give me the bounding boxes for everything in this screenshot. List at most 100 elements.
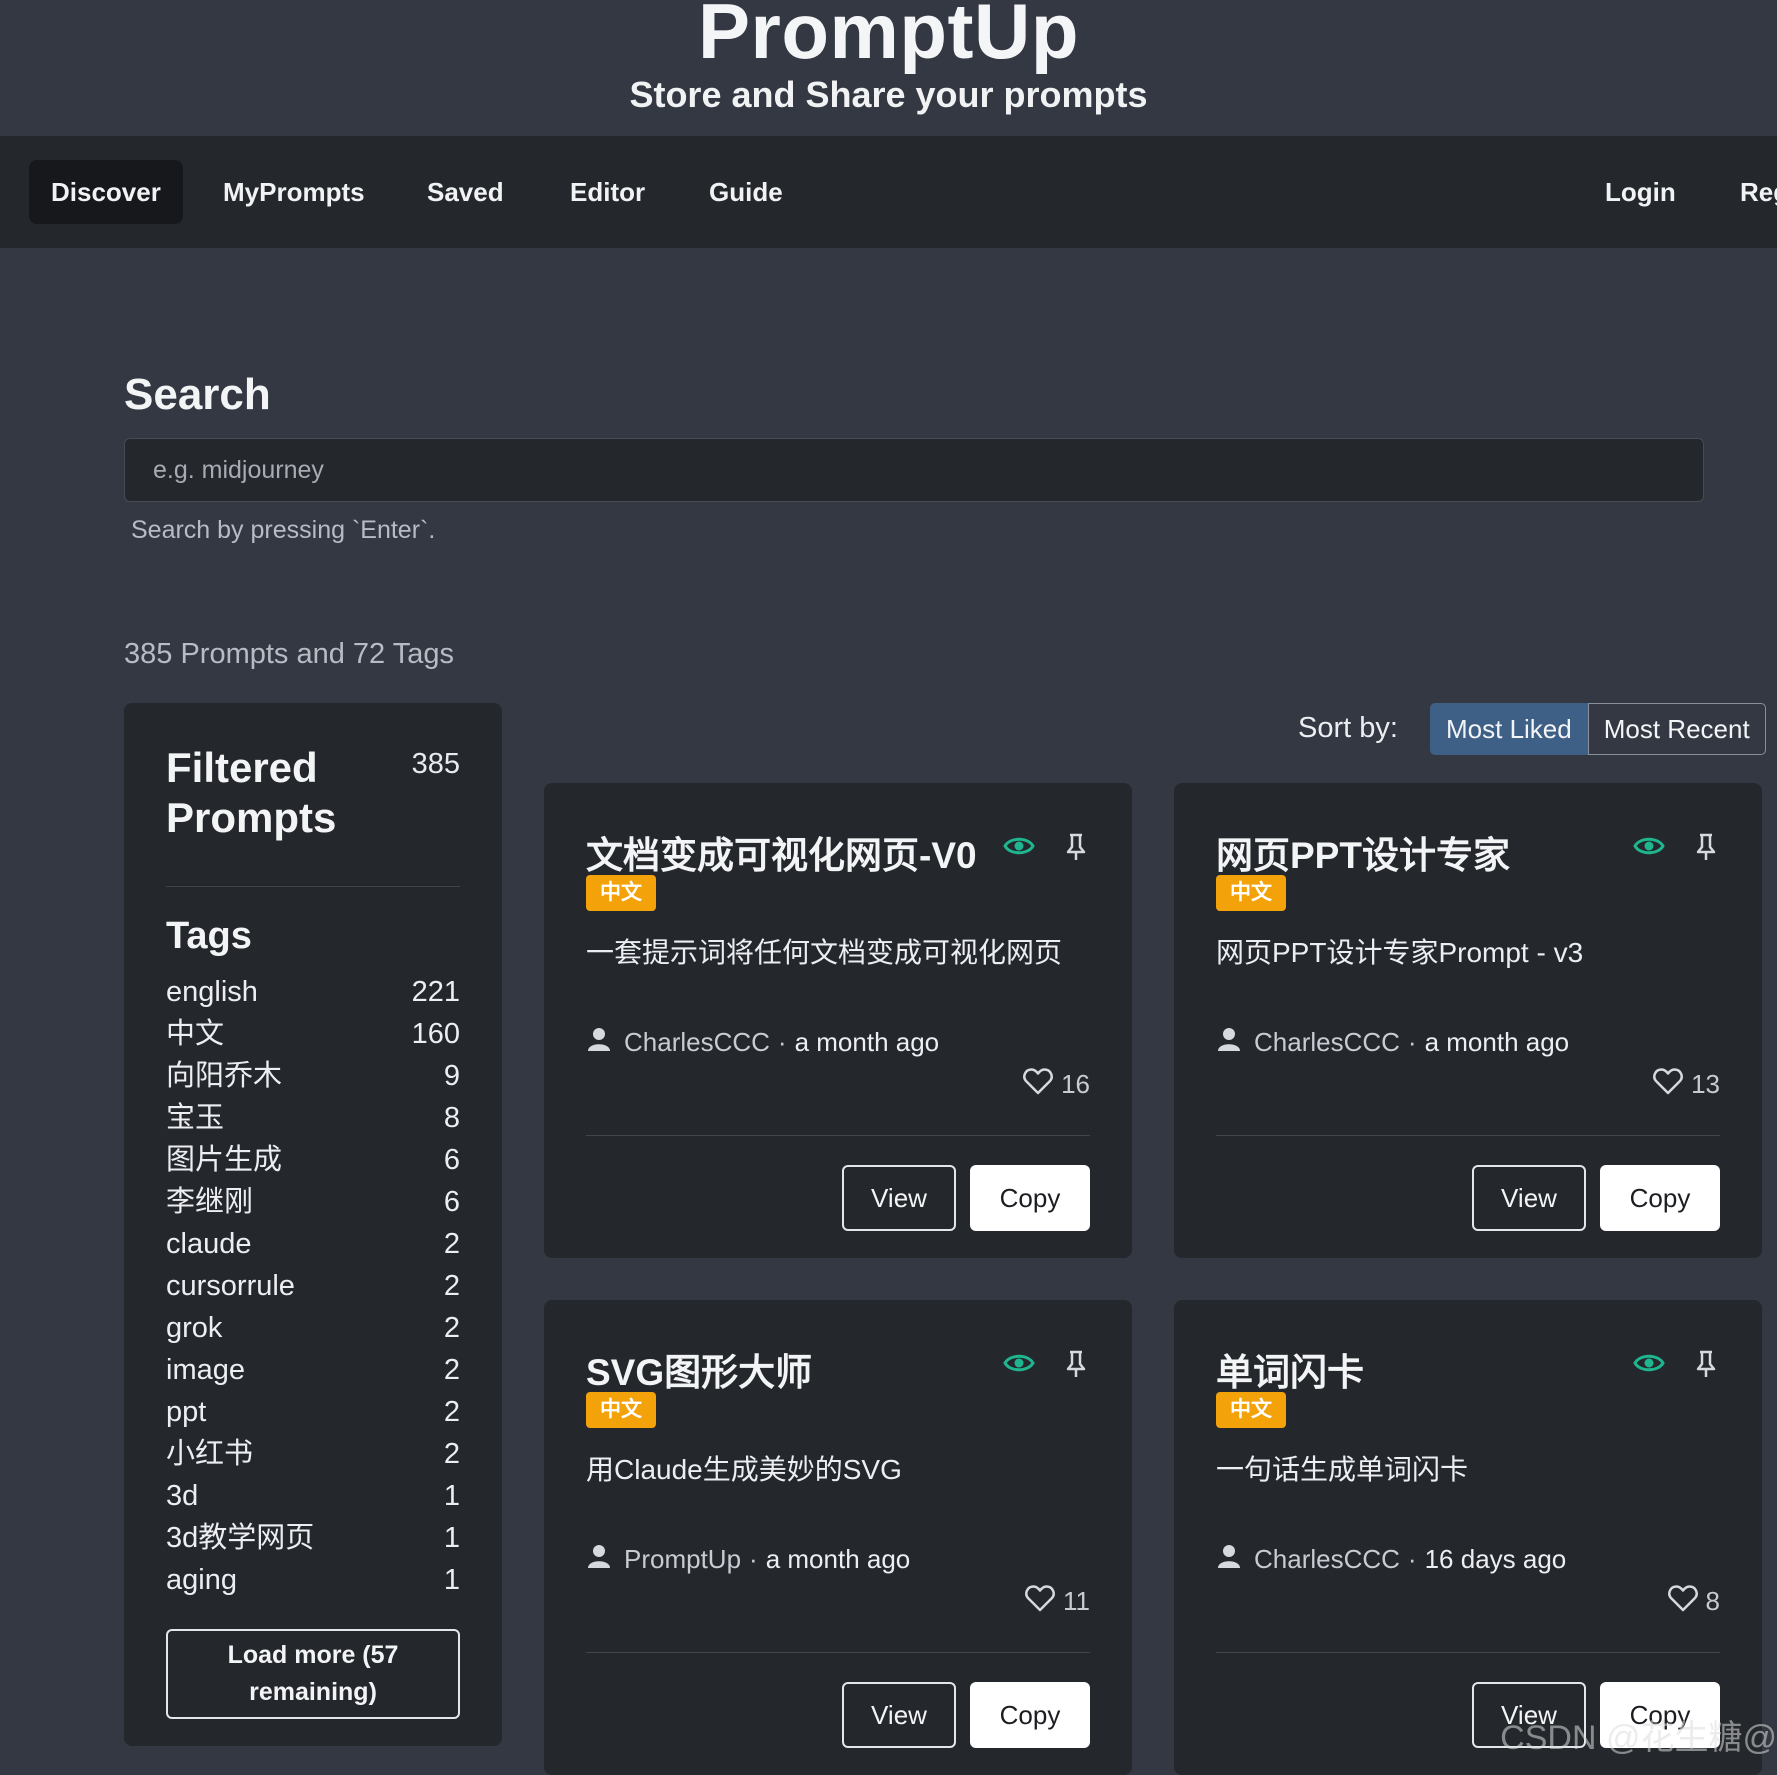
nav-register[interactable]: Reg (1718, 160, 1777, 224)
tag-count: 2 (443, 1228, 460, 1260)
tags-title: Tags (166, 915, 252, 957)
sidebar-divider (166, 886, 460, 887)
tag-item[interactable]: 李继刚 6 (166, 1181, 460, 1223)
like-count: 8 (1705, 1586, 1720, 1616)
like-counter[interactable]: 13 (1653, 1067, 1720, 1102)
user-icon (586, 1543, 612, 1576)
tag-count: 6 (443, 1186, 460, 1218)
tag-item[interactable]: 中文 160 (166, 1013, 460, 1055)
heart-icon[interactable] (1023, 1067, 1053, 1102)
card-divider (1216, 1135, 1720, 1136)
nav-saved[interactable]: Saved (405, 160, 526, 224)
like-count: 11 (1063, 1586, 1090, 1616)
prompt-card: 单词闪卡 中文 一句话生成单词闪卡 CharlesCCC · 16 days a… (1174, 1300, 1762, 1775)
tag-item[interactable]: image 2 (166, 1349, 460, 1391)
view-button[interactable]: View (842, 1165, 956, 1231)
tag-item[interactable]: aging 1 (166, 1559, 460, 1601)
site-brand[interactable]: PromptUp (0, 0, 1777, 77)
tag-name: 3d教学网页 (166, 1522, 315, 1554)
tag-name: image (166, 1354, 245, 1386)
tag-item[interactable]: claude 2 (166, 1223, 460, 1265)
prompt-tag-summary: 385 Prompts and 72 Tags (124, 638, 454, 670)
tag-count: 1 (443, 1564, 460, 1596)
prompt-description: 一套提示词将任何文档变成可视化网页 (586, 937, 1063, 968)
nav-login[interactable]: Login (1583, 160, 1698, 224)
prompt-title[interactable]: SVG图形大师 (586, 1342, 812, 1396)
eye-icon[interactable] (1003, 1351, 1035, 1380)
tag-name: english (166, 976, 258, 1008)
tag-item[interactable]: ppt 2 (166, 1391, 460, 1433)
heart-icon[interactable] (1025, 1584, 1055, 1619)
nav-guide[interactable]: Guide (687, 160, 805, 224)
tag-name: 宝玉 (166, 1102, 225, 1134)
pin-icon[interactable] (1694, 1349, 1718, 1384)
tag-name: ppt (166, 1396, 207, 1428)
user-icon (1216, 1543, 1242, 1576)
sort-most-recent-button[interactable]: Most Recent (1587, 703, 1766, 755)
eye-icon[interactable] (1633, 1351, 1665, 1380)
tag-item[interactable]: 小红书 2 (166, 1433, 460, 1475)
csdn-watermark: CSDN @花生糖@ (1500, 1719, 1777, 1757)
tag-name: 中文 (166, 1018, 225, 1050)
tag-item[interactable]: cursorrule 2 (166, 1265, 460, 1307)
tag-item[interactable]: english 221 (166, 971, 460, 1013)
language-badge[interactable]: 中文 (586, 875, 656, 911)
prompt-title[interactable]: 网页PPT设计专家 (1216, 825, 1510, 879)
pin-icon[interactable] (1064, 1349, 1088, 1384)
search-title: Search (124, 370, 271, 419)
heart-icon[interactable] (1653, 1067, 1683, 1102)
user-icon (1216, 1026, 1242, 1059)
tag-item[interactable]: 图片生成 6 (166, 1139, 460, 1181)
tag-item[interactable]: grok 2 (166, 1307, 460, 1349)
user-icon (586, 1026, 612, 1059)
view-button[interactable]: View (842, 1682, 956, 1748)
post-time: a month ago (794, 1027, 940, 1057)
author-name[interactable]: PromptUp (624, 1544, 741, 1575)
nav-editor[interactable]: Editor (548, 160, 667, 224)
sort-label: Sort by: (1298, 712, 1398, 744)
site-tagline: Store and Share your prompts (629, 74, 1148, 115)
tag-item[interactable]: 3d 1 (166, 1475, 460, 1517)
prompt-description: 用Claude生成美妙的SVG (586, 1454, 902, 1485)
copy-button[interactable]: Copy (970, 1682, 1090, 1748)
language-badge[interactable]: 中文 (1216, 1392, 1286, 1428)
author-name[interactable]: CharlesCCC (624, 1027, 770, 1058)
tag-item[interactable]: 向阳乔木 9 (166, 1055, 460, 1097)
author-name[interactable]: CharlesCCC (1254, 1027, 1400, 1058)
prompt-title[interactable]: 单词闪卡 (1216, 1342, 1364, 1396)
tag-item[interactable]: 宝玉 8 (166, 1097, 460, 1139)
tag-count: 2 (443, 1312, 460, 1344)
like-counter[interactable]: 11 (1025, 1584, 1090, 1619)
load-more-tags-button[interactable]: Load more (57 remaining) (166, 1629, 460, 1719)
eye-icon[interactable] (1633, 834, 1665, 863)
author-name[interactable]: CharlesCCC (1254, 1544, 1400, 1575)
tag-count: 221 (411, 976, 460, 1008)
view-button[interactable]: View (1472, 1165, 1586, 1231)
search-input[interactable] (124, 438, 1704, 502)
pin-icon[interactable] (1064, 832, 1088, 867)
prompt-title[interactable]: 文档变成可视化网页-V0 (586, 825, 977, 879)
filtered-prompts-title: Filtered Prompts (166, 744, 337, 841)
pin-icon[interactable] (1694, 832, 1718, 867)
filter-sidebar: Filtered Prompts 385 Tags english 221 中文 1… (124, 703, 502, 1746)
tag-item[interactable]: 3d教学网页 1 (166, 1517, 460, 1559)
heart-icon[interactable] (1667, 1584, 1698, 1619)
post-time: 16 days ago (1424, 1544, 1567, 1574)
sort-most-liked-button[interactable]: Most Liked (1430, 703, 1588, 755)
meta-separator: · (777, 1027, 787, 1057)
like-counter[interactable]: 16 (1023, 1067, 1090, 1102)
tag-count: 1 (443, 1480, 460, 1512)
nav-myprompts[interactable]: MyPrompts (201, 160, 387, 224)
tag-name: 图片生成 (166, 1144, 283, 1176)
tag-count: 2 (443, 1270, 460, 1302)
language-badge[interactable]: 中文 (1216, 875, 1286, 911)
prompt-description: 网页PPT设计专家Prompt - v3 (1216, 937, 1584, 968)
language-badge[interactable]: 中文 (586, 1392, 656, 1428)
nav-discover[interactable]: Discover (29, 160, 183, 224)
copy-button[interactable]: Copy (1600, 1165, 1720, 1231)
tag-name: aging (166, 1564, 237, 1596)
card-divider (1216, 1652, 1720, 1653)
eye-icon[interactable] (1003, 834, 1035, 863)
like-counter[interactable]: 8 (1667, 1584, 1720, 1619)
copy-button[interactable]: Copy (970, 1165, 1090, 1231)
